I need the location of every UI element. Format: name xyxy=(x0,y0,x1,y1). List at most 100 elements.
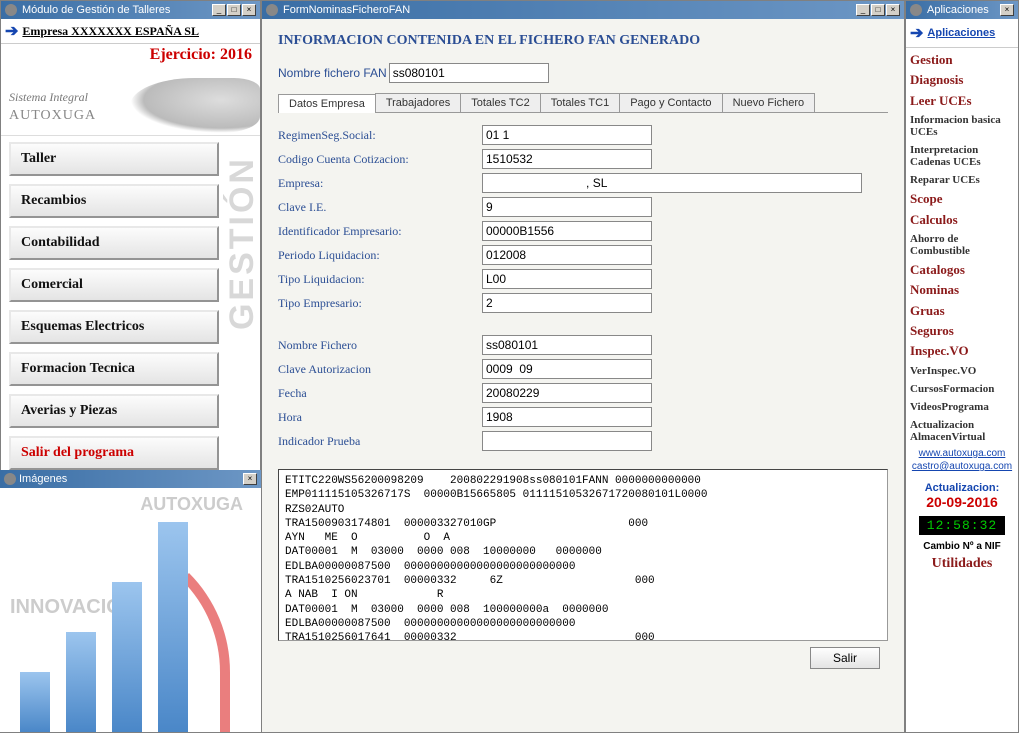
images-titlebar: Imágenes × xyxy=(0,470,261,488)
right-item-16[interactable]: VideosPrograma xyxy=(910,398,1014,416)
empresa-label: Empresa: xyxy=(278,176,478,191)
link-email[interactable]: castro@autoxuga.com xyxy=(910,461,1014,472)
right-item-2[interactable]: Leer UCEs xyxy=(910,91,1014,111)
nombre-fic-label: Nombre Fichero xyxy=(278,338,478,353)
menu-comercial[interactable]: Comercial xyxy=(9,268,219,302)
clave-aut-input[interactable] xyxy=(482,359,652,379)
right-item-5[interactable]: Reparar UCEs xyxy=(910,171,1014,189)
fan-input[interactable] xyxy=(389,63,549,83)
right-item-9[interactable]: Catalogos xyxy=(910,260,1014,280)
regimen-label: RegimenSeg.Social: xyxy=(278,128,478,143)
company-header[interactable]: ➔ Empresa XXXXXXX ESPAÑA SL xyxy=(1,19,260,44)
tab-totales-tc1[interactable]: Totales TC1 xyxy=(540,93,621,112)
arrow-right-icon: ➔ xyxy=(5,21,18,41)
company-label: Empresa XXXXXXX ESPAÑA SL xyxy=(22,24,199,39)
menu-utilidades[interactable]: Utilidades xyxy=(910,556,1014,572)
regimen-input[interactable] xyxy=(482,125,652,145)
menu-contabilidad[interactable]: Contabilidad xyxy=(9,226,219,260)
tab-pago-contacto[interactable]: Pago y Contacto xyxy=(619,93,722,112)
tab-nuevo-fichero[interactable]: Nuevo Fichero xyxy=(722,93,816,112)
sistema-label: Sistema Integral xyxy=(9,90,88,105)
images-close-button[interactable]: × xyxy=(243,473,257,485)
ccc-label: Codigo Cuenta Cotizacion: xyxy=(278,152,478,167)
clave-ie-label: Clave I.E. xyxy=(278,200,478,215)
menu-salir[interactable]: Salir del programa xyxy=(9,436,219,470)
maximize-button[interactable]: □ xyxy=(871,4,885,16)
close-button[interactable]: × xyxy=(242,4,256,16)
nombre-fic-input[interactable] xyxy=(482,335,652,355)
banner-area: Sistema Integral AUTOXUGA xyxy=(1,68,260,136)
menu-averias[interactable]: Averias y Piezas xyxy=(9,394,219,428)
fecha-label: Fecha xyxy=(278,386,478,401)
right-item-1[interactable]: Diagnosis xyxy=(910,70,1014,90)
minimize-button[interactable]: _ xyxy=(856,4,870,16)
aplicaciones-header[interactable]: ➔ Aplicaciones xyxy=(906,19,1018,47)
menu-esquemas[interactable]: Esquemas Electricos xyxy=(9,310,219,344)
right-menu: GestionDiagnosisLeer UCEsInformacion bas… xyxy=(906,47,1018,576)
menu-recambios[interactable]: Recambios xyxy=(9,184,219,218)
brand-label: AUTOXUGA xyxy=(9,108,96,124)
right-item-4[interactable]: Interpretacion Cadenas UCEs xyxy=(910,141,1014,171)
minimize-button[interactable]: _ xyxy=(212,4,226,16)
hora-input[interactable] xyxy=(482,407,652,427)
periodo-input[interactable] xyxy=(482,245,652,265)
wrench-hand-icon xyxy=(130,78,260,133)
close-button[interactable]: × xyxy=(886,4,900,16)
cambio-nif-link[interactable]: Cambio Nº a NIF xyxy=(910,541,1014,552)
tab-datos-empresa[interactable]: Datos Empresa xyxy=(278,94,376,113)
right-item-7[interactable]: Calculos xyxy=(910,210,1014,230)
right-item-12[interactable]: Seguros xyxy=(910,321,1014,341)
tab-trabajadores[interactable]: Trabajadores xyxy=(375,93,461,112)
maximize-button[interactable]: □ xyxy=(227,4,241,16)
right-item-11[interactable]: Gruas xyxy=(910,301,1014,321)
ind-prb-input[interactable] xyxy=(482,431,652,451)
bar-chart-icon xyxy=(20,522,188,732)
page-heading: INFORMACION CONTENIDA EN EL FICHERO FAN … xyxy=(278,33,888,49)
right-item-15[interactable]: CursosFormacion xyxy=(910,380,1014,398)
tipo-emp-input[interactable] xyxy=(482,293,652,313)
right-item-3[interactable]: Informacion basica UCEs xyxy=(910,111,1014,141)
center-window: FormNominasFicheroFAN _ □ × INFORMACION … xyxy=(261,0,905,733)
ccc-input[interactable] xyxy=(482,149,652,169)
tipo-liq-label: Tipo Liquidacion: xyxy=(278,272,478,287)
left-title: Módulo de Gestión de Talleres xyxy=(20,4,212,16)
salir-button[interactable]: Salir xyxy=(810,647,880,669)
right-item-0[interactable]: Gestion xyxy=(910,50,1014,70)
right-titlebar: Aplicaciones × xyxy=(906,1,1018,19)
left-titlebar: Módulo de Gestión de Talleres _ □ × xyxy=(1,1,260,19)
actualizacion-label: Actualizacion: xyxy=(910,482,1014,494)
tab-bar: Datos Empresa Trabajadores Totales TC2 T… xyxy=(278,93,888,113)
right-item-17[interactable]: Actualizacion AlmacenVirtual xyxy=(910,416,1014,446)
tipo-emp-label: Tipo Empresario: xyxy=(278,296,478,311)
aplicaciones-label: Aplicaciones xyxy=(927,27,995,39)
right-item-8[interactable]: Ahorro de Combustible xyxy=(910,230,1014,260)
clave-aut-label: Clave Autorizacion xyxy=(278,362,478,377)
right-title: Aplicaciones xyxy=(925,4,1000,16)
app-icon xyxy=(266,4,278,16)
right-item-6[interactable]: Scope xyxy=(910,189,1014,209)
link-autoxuga[interactable]: www.autoxuga.com xyxy=(910,448,1014,459)
right-item-14[interactable]: VerInspec.VO xyxy=(910,362,1014,380)
clave-ie-input[interactable] xyxy=(482,197,652,217)
raw-text-box[interactable]: ETITC220WS56200098209 200802291908ss0801… xyxy=(278,469,888,641)
autoxuga-watermark: AUTOXUGA xyxy=(140,494,243,515)
ind-prb-label: Indicador Prueba xyxy=(278,434,478,449)
fecha-input[interactable] xyxy=(482,383,652,403)
right-item-13[interactable]: Inspec.VO xyxy=(910,341,1014,361)
empresa-input[interactable] xyxy=(482,173,862,193)
images-title: Imágenes xyxy=(19,473,67,485)
tab-totales-tc2[interactable]: Totales TC2 xyxy=(460,93,541,112)
menu-formacion[interactable]: Formacion Tecnica xyxy=(9,352,219,386)
menu-taller[interactable]: Taller xyxy=(9,142,219,176)
center-title: FormNominasFicheroFAN xyxy=(281,4,856,16)
clock-display: 12:58:32 xyxy=(919,516,1005,535)
right-item-10[interactable]: Nominas xyxy=(910,280,1014,300)
fan-label: Nombre fichero FAN xyxy=(278,66,387,80)
id-emp-input[interactable] xyxy=(482,221,652,241)
app-icon xyxy=(5,4,17,16)
periodo-label: Periodo Liquidacion: xyxy=(278,248,478,263)
hora-label: Hora xyxy=(278,410,478,425)
tipo-liq-input[interactable] xyxy=(482,269,652,289)
ejercicio-label: Ejercicio: 2016 xyxy=(1,44,260,68)
close-button[interactable]: × xyxy=(1000,4,1014,16)
